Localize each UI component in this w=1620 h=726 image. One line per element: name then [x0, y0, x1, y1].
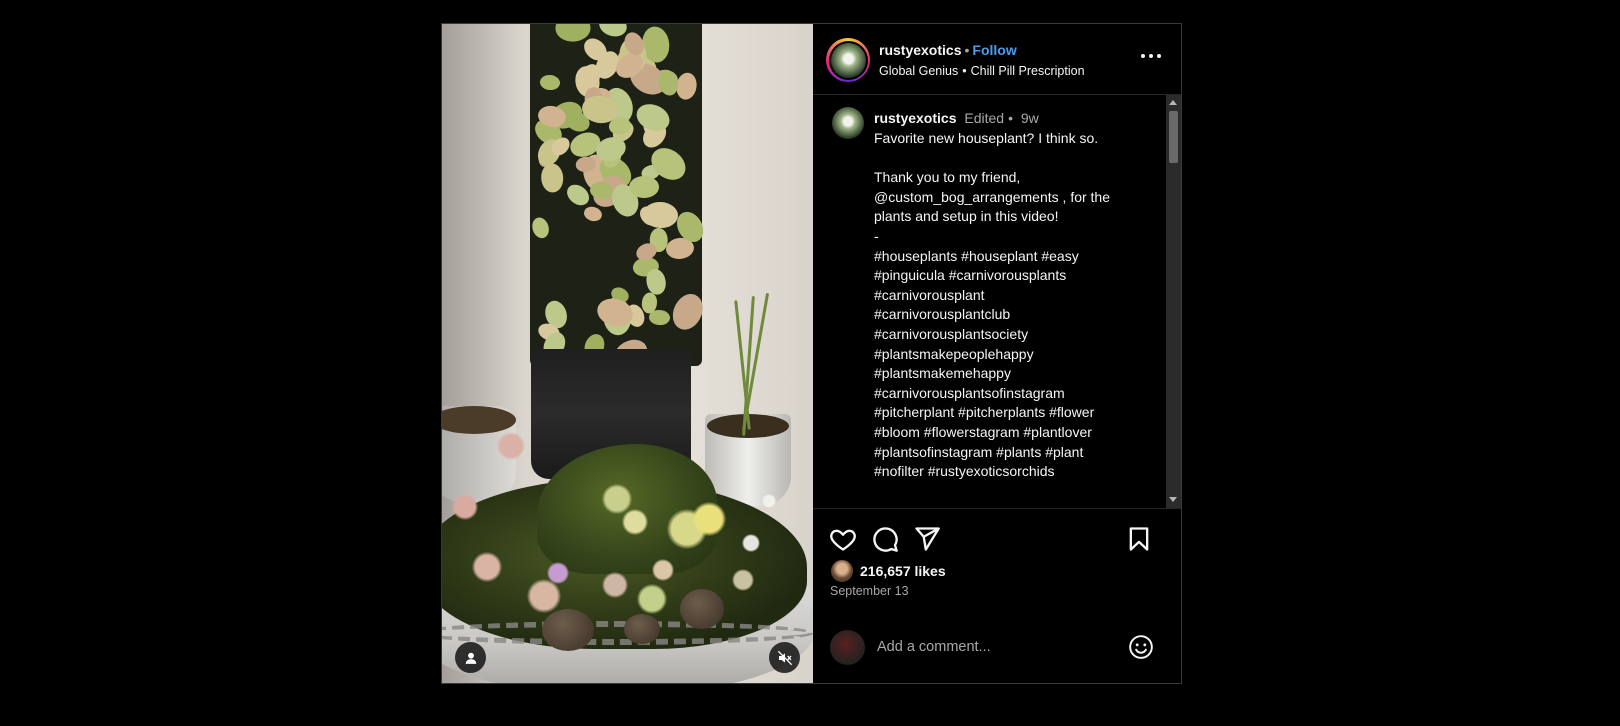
rock [624, 614, 660, 644]
liker-avatar [830, 559, 854, 583]
plant-leaf [539, 74, 561, 92]
likes-count[interactable]: 216,657 likes [860, 563, 946, 579]
post-video[interactable] [442, 24, 813, 683]
plant-leaf [632, 99, 674, 137]
flower [622, 509, 648, 535]
post-footer: 216,657 likes September 13 Add a comment… [813, 0, 1182, 726]
flower [452, 494, 478, 520]
post-date[interactable]: September 13 [830, 584, 909, 598]
plant-leaf [667, 289, 709, 335]
rock [680, 589, 724, 629]
flower [497, 432, 525, 460]
plant-leaf [554, 24, 591, 42]
flower [652, 559, 674, 581]
flower [762, 494, 776, 508]
flower [692, 502, 726, 536]
flower [602, 484, 632, 514]
plant-leaf [529, 215, 552, 241]
vertical-plant-panel [529, 24, 709, 376]
plant-leaf [540, 162, 565, 193]
flower [732, 569, 754, 591]
flower [527, 579, 561, 613]
plant-leaf [674, 71, 699, 102]
flower [602, 572, 628, 598]
flower [547, 562, 569, 584]
flower [742, 534, 760, 552]
plant-leaf [629, 176, 659, 199]
add-comment-row: Add a comment... [813, 618, 1182, 665]
flower [472, 552, 502, 582]
flower [637, 584, 667, 614]
speaker-muted-icon [777, 650, 792, 665]
tagged-users-button[interactable] [455, 642, 486, 673]
current-user-avatar [830, 630, 865, 665]
plant-leaf [594, 294, 637, 331]
mute-button[interactable] [769, 642, 800, 673]
comment-input[interactable]: Add a comment... [877, 639, 991, 655]
likes-row[interactable]: 216,657 likes [830, 559, 946, 583]
user-icon [465, 652, 476, 664]
rock [542, 609, 594, 651]
plant-leaf [582, 205, 604, 224]
emoji-icon[interactable] [1128, 634, 1154, 660]
